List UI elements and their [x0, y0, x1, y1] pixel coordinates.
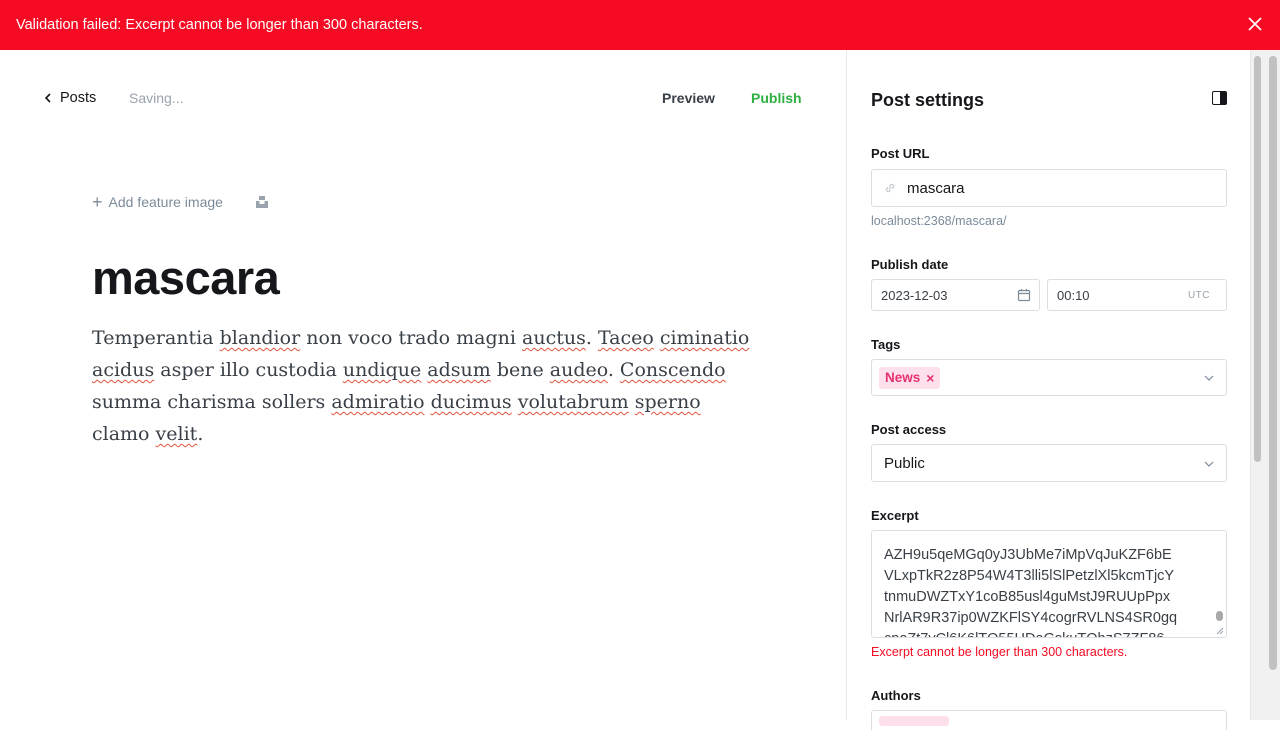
- authors-select[interactable]: [871, 710, 1227, 730]
- post-access-select[interactable]: Public: [871, 444, 1227, 482]
- add-feature-label: Add feature image: [108, 194, 223, 210]
- misspelled-word: Conscendo: [619, 359, 726, 381]
- post-url-field[interactable]: [871, 169, 1227, 207]
- misspelled-word: Taceo: [597, 327, 654, 349]
- publish-time-value: 00:10: [1057, 287, 1090, 303]
- post-access-value: Public: [884, 454, 925, 472]
- settings-panel: Post settings Post URL localhost:2368/ma…: [846, 50, 1250, 730]
- misspelled-word: velit: [155, 423, 198, 445]
- timezone-label: UTC: [1187, 290, 1210, 301]
- alert-message: Validation failed: Excerpt cannot be lon…: [16, 17, 423, 33]
- publish-time-input[interactable]: 00:10 UTC: [1047, 279, 1227, 311]
- misspelled-word: blandior: [219, 327, 301, 349]
- excerpt-line: VLxpTkR2z8P54W4T3lli5lSlPetzlXl5kcmTjcY: [884, 568, 1175, 584]
- editor-area: Posts Saving... Preview Publish + Add fe…: [0, 50, 846, 720]
- misspelled-word: audeo: [549, 359, 608, 381]
- misspelled-word: undique: [342, 359, 422, 381]
- chevron-down-icon: [1204, 461, 1214, 467]
- settings-scroll-thumb[interactable]: [1254, 56, 1261, 462]
- remove-tag-icon[interactable]: ×: [926, 371, 934, 385]
- excerpt-scrollbar[interactable]: [1214, 533, 1224, 635]
- excerpt-label: Excerpt: [871, 508, 919, 523]
- post-body[interactable]: Temperantia blandior non voco trado magn…: [92, 322, 762, 450]
- excerpt-line: cpaZt7yCl6K6lTQ55HDaGskuTQhzS7ZF86: [884, 629, 1202, 637]
- authors-label: Authors: [871, 688, 921, 703]
- back-to-posts-link[interactable]: Posts: [44, 90, 96, 106]
- post-url-hint: localhost:2368/mascara/: [871, 214, 1007, 228]
- validation-alert: Validation failed: Excerpt cannot be lon…: [0, 0, 1280, 50]
- page-scrollbar[interactable]: [1250, 50, 1280, 720]
- misspelled-word: sperno: [634, 391, 701, 413]
- publish-date-label: Publish date: [871, 257, 949, 272]
- calendar-icon[interactable]: [1017, 288, 1031, 302]
- publish-date-value: 2023-12-03: [881, 287, 948, 303]
- tag-chip-label: News: [885, 370, 921, 385]
- post-access-label: Post access: [871, 422, 947, 437]
- misspelled-word: volutabrum: [517, 391, 629, 413]
- chevron-left-icon: [44, 93, 51, 103]
- misspelled-word: admiratio: [331, 391, 425, 413]
- settings-title: Post settings: [871, 90, 985, 110]
- tag-chip-news[interactable]: News ×: [879, 366, 941, 389]
- feature-image-row: + Add feature image: [92, 192, 268, 212]
- excerpt-line: AZH9u5qeMGq0yJ3UbMe7iMpVqJuKZF6bE: [884, 547, 1172, 563]
- editor-topbar: Posts Saving... Preview Publish: [0, 50, 846, 146]
- post-url-input[interactable]: [907, 179, 1207, 197]
- back-label: Posts: [60, 90, 97, 106]
- sidebar-toggle-icon[interactable]: [1212, 91, 1227, 105]
- misspelled-word: acidus: [92, 359, 155, 381]
- resize-handle-icon[interactable]: [1216, 627, 1224, 635]
- misspelled-word: ducimus: [430, 391, 512, 413]
- tags-select[interactable]: News ×: [871, 359, 1227, 396]
- tags-label: Tags: [871, 337, 901, 352]
- link-icon: [885, 183, 895, 193]
- page-scroll-thumb[interactable]: [1269, 56, 1277, 670]
- close-icon[interactable]: [1248, 17, 1262, 31]
- plus-icon: +: [92, 192, 103, 212]
- unsplash-icon[interactable]: [255, 195, 269, 209]
- excerpt-line: tnmuDWZTxY1coB85usl4guMstJ9RUUpPpx: [884, 589, 1171, 605]
- publish-button[interactable]: Publish: [751, 90, 802, 106]
- excerpt-text: AZH9u5qeMGq0yJ3UbMe7iMpVqJuKZF6bE VLxpTk…: [884, 531, 1202, 637]
- misspelled-word: adsum: [427, 359, 491, 381]
- chevron-down-icon: [1204, 375, 1214, 381]
- add-feature-image-button[interactable]: + Add feature image: [92, 192, 223, 212]
- publish-date-input[interactable]: 2023-12-03: [871, 279, 1040, 311]
- post-title[interactable]: mascara: [92, 250, 280, 305]
- save-status: Saving...: [129, 90, 184, 106]
- excerpt-textarea[interactable]: AZH9u5qeMGq0yJ3UbMe7iMpVqJuKZF6bE VLxpTk…: [871, 530, 1227, 638]
- author-chip[interactable]: [879, 716, 949, 726]
- misspelled-word: auctus: [522, 327, 586, 349]
- excerpt-line: NrlAR9R37ip0WZKFlSY4cogrRVLNS4SR0gq: [884, 610, 1178, 626]
- misspelled-word: ciminatio: [659, 327, 750, 349]
- preview-button[interactable]: Preview: [662, 90, 715, 106]
- post-url-label: Post URL: [871, 146, 930, 161]
- excerpt-error-message: Excerpt cannot be longer than 300 charac…: [871, 645, 1128, 659]
